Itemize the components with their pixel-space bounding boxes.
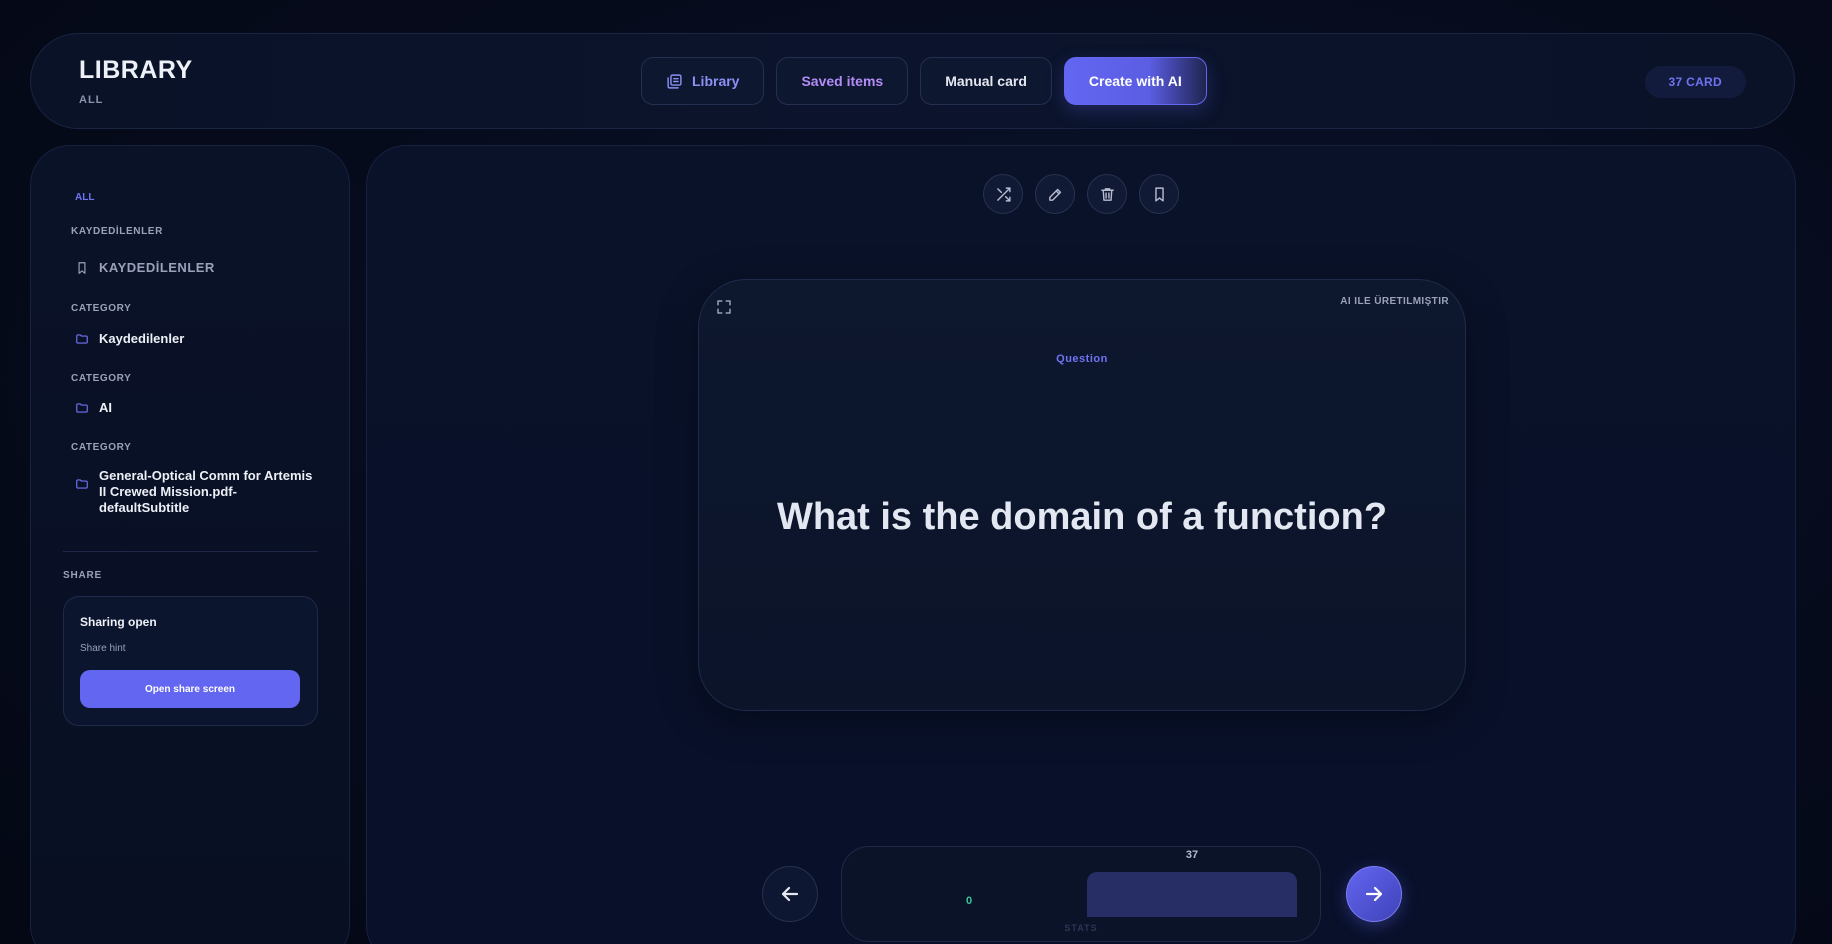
sidebar-item-label: Kaydedilenler — [99, 331, 185, 346]
pencil-icon — [1048, 188, 1061, 201]
create-with-ai-button[interactable]: Create with AI — [1063, 57, 1207, 105]
library-button[interactable]: Library — [641, 57, 765, 105]
folder-icon — [76, 403, 88, 413]
stats-caption: STATS — [1064, 923, 1098, 933]
share-title: Sharing open — [80, 615, 157, 629]
sidebar-item-ai[interactable]: AI — [75, 400, 112, 416]
flashcard[interactable]: AI ILE ÜRETILMIŞTIR Question What is the… — [698, 279, 1466, 711]
sidebar: ALL KAYDEDİLENLER KAYDEDİLENLER CATEGORY… — [30, 145, 350, 944]
sidebar-section-category: CATEGORY — [71, 373, 132, 384]
saved-items-button-label: Saved items — [801, 73, 884, 89]
top-bar: LIBRARY ALL Library Saved items Manual c… — [30, 33, 1795, 129]
brand: LIBRARY ALL — [79, 56, 193, 106]
sidebar-item-saved[interactable]: KAYDEDİLENLER — [75, 260, 215, 276]
delete-button[interactable] — [1087, 174, 1127, 214]
sidebar-section-category: CATEGORY — [71, 442, 132, 453]
arrow-right-icon — [1365, 886, 1383, 902]
share-section-label: SHARE — [63, 570, 103, 581]
folder-icon — [76, 334, 88, 344]
sidebar-section-saved: KAYDEDİLENLER — [71, 226, 163, 237]
edit-button[interactable] — [1035, 174, 1075, 214]
shuffle-icon — [996, 186, 1011, 202]
stat-bar — [1087, 872, 1297, 917]
open-share-screen-button[interactable]: Open share screen — [80, 670, 300, 708]
create-with-ai-button-label: Create with AI — [1088, 73, 1182, 89]
page-title: LIBRARY — [79, 56, 193, 84]
stats-panel: 37 0 STATS — [841, 846, 1321, 942]
manual-card-button[interactable]: Manual card — [920, 57, 1052, 105]
share-panel: Sharing open Share hint Open share scree… — [63, 596, 318, 726]
previous-card-button[interactable] — [762, 866, 818, 922]
arrow-left-icon — [781, 886, 799, 902]
library-button-label: Library — [692, 73, 740, 89]
stat-bar-value: 37 — [1185, 849, 1199, 861]
main-panel: AI ILE ÜRETILMIŞTIR Question What is the… — [366, 145, 1796, 944]
sidebar-item-artemis-pdf[interactable]: General-Optical Comm for Artemis II Crew… — [75, 468, 315, 516]
expand-icon[interactable] — [715, 298, 733, 316]
sidebar-divider — [63, 551, 318, 552]
card-side-label: Question — [1056, 353, 1108, 365]
sidebar-section-category: CATEGORY — [71, 303, 132, 314]
sidebar-item-label: AI — [99, 400, 112, 415]
manual-card-button-label: Manual card — [945, 73, 1027, 89]
sidebar-item-label: General-Optical Comm for Artemis II Crew… — [99, 468, 313, 515]
sidebar-item-kaydedilenler[interactable]: Kaydedilenler — [75, 331, 184, 347]
sidebar-item-label: KAYDEDİLENLER — [99, 260, 215, 275]
shuffle-button[interactable] — [983, 174, 1023, 214]
card-question-text: What is the domain of a function? — [776, 496, 1388, 538]
card-toolbar — [983, 174, 1179, 214]
trash-icon — [1100, 187, 1114, 201]
top-nav: Library Saved items Manual card Create w… — [641, 57, 1207, 105]
card-count-badge: 37 CARD — [1644, 66, 1746, 98]
page-subtitle: ALL — [79, 94, 104, 106]
stat-zero-value: 0 — [966, 895, 973, 907]
folder-icon — [76, 479, 88, 489]
share-hint: Share hint — [80, 643, 126, 654]
library-icon — [667, 73, 682, 89]
next-card-button[interactable] — [1346, 866, 1402, 922]
bookmark-icon — [1154, 186, 1164, 202]
bookmark-icon — [78, 262, 86, 274]
saved-items-button[interactable]: Saved items — [776, 57, 909, 105]
sidebar-item-all[interactable]: ALL — [75, 192, 94, 203]
ai-generated-badge: AI ILE ÜRETILMIŞTIR — [1340, 296, 1449, 307]
bookmark-button[interactable] — [1139, 174, 1179, 214]
